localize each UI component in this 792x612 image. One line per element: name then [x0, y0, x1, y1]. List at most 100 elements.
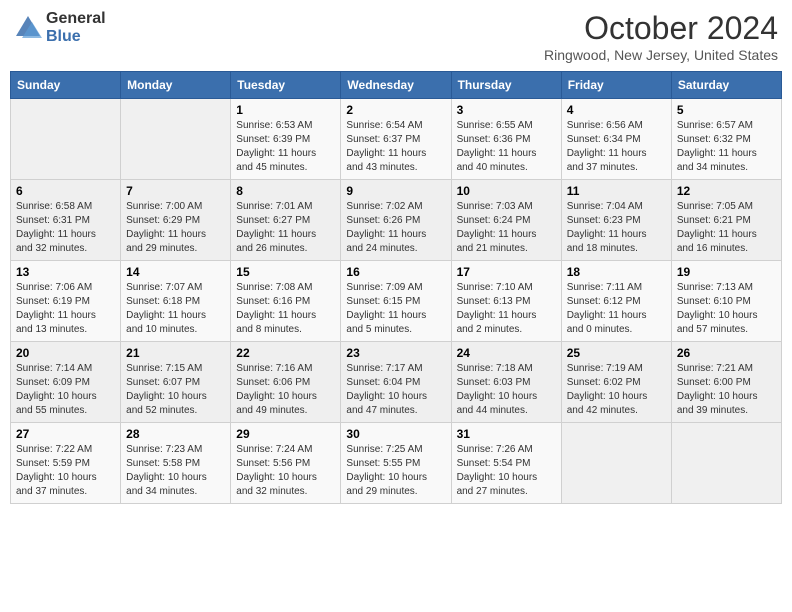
calendar-cell	[561, 423, 671, 504]
day-number: 20	[16, 346, 115, 360]
day-info: Sunrise: 7:16 AM Sunset: 6:06 PM Dayligh…	[236, 362, 335, 418]
day-info: Sunrise: 7:21 AM Sunset: 6:00 PM Dayligh…	[677, 362, 776, 418]
weekday-header-thursday: Thursday	[451, 72, 561, 99]
month-title: October 2024	[544, 10, 778, 47]
day-info: Sunrise: 7:06 AM Sunset: 6:19 PM Dayligh…	[16, 281, 115, 337]
calendar-cell: 13 Sunrise: 7:06 AM Sunset: 6:19 PM Dayli…	[11, 261, 121, 342]
logo: General Blue	[14, 10, 106, 45]
weekday-header-sunday: Sunday	[11, 72, 121, 99]
day-number: 18	[567, 265, 666, 279]
day-info: Sunrise: 6:57 AM Sunset: 6:32 PM Dayligh…	[677, 119, 776, 175]
calendar-cell: 8 Sunrise: 7:01 AM Sunset: 6:27 PM Daylig…	[231, 180, 341, 261]
weekday-header-monday: Monday	[121, 72, 231, 99]
calendar-cell: 28 Sunrise: 7:23 AM Sunset: 5:58 PM Dayli…	[121, 423, 231, 504]
calendar-cell: 17 Sunrise: 7:10 AM Sunset: 6:13 PM Dayli…	[451, 261, 561, 342]
day-info: Sunrise: 7:24 AM Sunset: 5:56 PM Dayligh…	[236, 443, 335, 499]
day-info: Sunrise: 7:22 AM Sunset: 5:59 PM Dayligh…	[16, 443, 115, 499]
day-info: Sunrise: 7:14 AM Sunset: 6:09 PM Dayligh…	[16, 362, 115, 418]
day-number: 26	[677, 346, 776, 360]
day-number: 17	[457, 265, 556, 279]
day-number: 27	[16, 427, 115, 441]
location-text: Ringwood, New Jersey, United States	[544, 47, 778, 63]
calendar-cell: 1Sunrise: 6:53 AM Sunset: 6:39 PM Daylig…	[231, 99, 341, 180]
calendar-cell: 3 Sunrise: 6:55 AM Sunset: 6:36 PM Daylig…	[451, 99, 561, 180]
day-info: Sunrise: 7:19 AM Sunset: 6:02 PM Dayligh…	[567, 362, 666, 418]
day-number: 3	[457, 103, 556, 117]
day-number: 22	[236, 346, 335, 360]
calendar-cell: 14 Sunrise: 7:07 AM Sunset: 6:18 PM Dayli…	[121, 261, 231, 342]
calendar-cell: 29Sunrise: 7:24 AM Sunset: 5:56 PM Dayli…	[231, 423, 341, 504]
day-number: 23	[346, 346, 445, 360]
day-info: Sunrise: 7:09 AM Sunset: 6:15 PM Dayligh…	[346, 281, 445, 337]
week-row-5: 27 Sunrise: 7:22 AM Sunset: 5:59 PM Dayli…	[11, 423, 782, 504]
calendar-cell: 15 Sunrise: 7:08 AM Sunset: 6:16 PM Dayli…	[231, 261, 341, 342]
calendar-cell: 11 Sunrise: 7:04 AM Sunset: 6:23 PM Dayli…	[561, 180, 671, 261]
day-number: 11	[567, 184, 666, 198]
day-info: Sunrise: 7:25 AM Sunset: 5:55 PM Dayligh…	[346, 443, 445, 499]
calendar-cell: 19Sunrise: 7:13 AM Sunset: 6:10 PM Dayli…	[671, 261, 781, 342]
day-info: Sunrise: 7:07 AM Sunset: 6:18 PM Dayligh…	[126, 281, 225, 337]
title-area: October 2024 Ringwood, New Jersey, Unite…	[544, 10, 778, 63]
day-number: 15	[236, 265, 335, 279]
day-number: 2	[346, 103, 445, 117]
calendar-cell: 4 Sunrise: 6:56 AM Sunset: 6:34 PM Daylig…	[561, 99, 671, 180]
day-info: Sunrise: 7:10 AM Sunset: 6:13 PM Dayligh…	[457, 281, 556, 337]
day-number: 16	[346, 265, 445, 279]
day-number: 6	[16, 184, 115, 198]
day-number: 8	[236, 184, 335, 198]
calendar-body: 1Sunrise: 6:53 AM Sunset: 6:39 PM Daylig…	[11, 99, 782, 504]
calendar-cell: 6 Sunrise: 6:58 AM Sunset: 6:31 PM Daylig…	[11, 180, 121, 261]
calendar-cell: 7Sunrise: 7:00 AM Sunset: 6:29 PM Daylig…	[121, 180, 231, 261]
logo-blue-text: Blue	[46, 28, 106, 46]
day-info: Sunrise: 7:11 AM Sunset: 6:12 PM Dayligh…	[567, 281, 666, 337]
day-info: Sunrise: 6:56 AM Sunset: 6:34 PM Dayligh…	[567, 119, 666, 175]
day-info: Sunrise: 6:58 AM Sunset: 6:31 PM Dayligh…	[16, 200, 115, 256]
week-row-3: 13 Sunrise: 7:06 AM Sunset: 6:19 PM Dayli…	[11, 261, 782, 342]
calendar-header: SundayMondayTuesdayWednesdayThursdayFrid…	[11, 72, 782, 99]
day-info: Sunrise: 7:23 AM Sunset: 5:58 PM Dayligh…	[126, 443, 225, 499]
day-number: 19	[677, 265, 776, 279]
day-info: Sunrise: 7:03 AM Sunset: 6:24 PM Dayligh…	[457, 200, 556, 256]
calendar-cell: 30Sunrise: 7:25 AM Sunset: 5:55 PM Dayli…	[341, 423, 451, 504]
calendar-cell: 18 Sunrise: 7:11 AM Sunset: 6:12 PM Dayli…	[561, 261, 671, 342]
day-info: Sunrise: 6:55 AM Sunset: 6:36 PM Dayligh…	[457, 119, 556, 175]
day-number: 13	[16, 265, 115, 279]
day-info: Sunrise: 7:08 AM Sunset: 6:16 PM Dayligh…	[236, 281, 335, 337]
calendar-cell: 25Sunrise: 7:19 AM Sunset: 6:02 PM Dayli…	[561, 342, 671, 423]
day-info: Sunrise: 7:05 AM Sunset: 6:21 PM Dayligh…	[677, 200, 776, 256]
calendar-cell: 27 Sunrise: 7:22 AM Sunset: 5:59 PM Dayli…	[11, 423, 121, 504]
logo-general-text: General	[46, 10, 106, 28]
day-info: Sunrise: 7:04 AM Sunset: 6:23 PM Dayligh…	[567, 200, 666, 256]
day-info: Sunrise: 7:26 AM Sunset: 5:54 PM Dayligh…	[457, 443, 556, 499]
day-number: 14	[126, 265, 225, 279]
day-number: 12	[677, 184, 776, 198]
day-number: 5	[677, 103, 776, 117]
calendar-table: SundayMondayTuesdayWednesdayThursdayFrid…	[10, 71, 782, 504]
day-info: Sunrise: 6:53 AM Sunset: 6:39 PM Dayligh…	[236, 119, 335, 175]
calendar-cell: 12 Sunrise: 7:05 AM Sunset: 6:21 PM Dayli…	[671, 180, 781, 261]
day-info: Sunrise: 7:02 AM Sunset: 6:26 PM Dayligh…	[346, 200, 445, 256]
calendar-cell: 26 Sunrise: 7:21 AM Sunset: 6:00 PM Dayli…	[671, 342, 781, 423]
calendar-cell: 21Sunrise: 7:15 AM Sunset: 6:07 PM Dayli…	[121, 342, 231, 423]
calendar-cell: 16 Sunrise: 7:09 AM Sunset: 6:15 PM Dayli…	[341, 261, 451, 342]
week-row-1: 1Sunrise: 6:53 AM Sunset: 6:39 PM Daylig…	[11, 99, 782, 180]
day-info: Sunrise: 7:18 AM Sunset: 6:03 PM Dayligh…	[457, 362, 556, 418]
calendar-cell: 23Sunrise: 7:17 AM Sunset: 6:04 PM Dayli…	[341, 342, 451, 423]
day-info: Sunrise: 7:01 AM Sunset: 6:27 PM Dayligh…	[236, 200, 335, 256]
calendar-cell	[121, 99, 231, 180]
calendar-cell	[11, 99, 121, 180]
weekday-header-tuesday: Tuesday	[231, 72, 341, 99]
day-number: 31	[457, 427, 556, 441]
day-number: 28	[126, 427, 225, 441]
day-info: Sunrise: 7:15 AM Sunset: 6:07 PM Dayligh…	[126, 362, 225, 418]
day-info: Sunrise: 6:54 AM Sunset: 6:37 PM Dayligh…	[346, 119, 445, 175]
calendar-cell: 9Sunrise: 7:02 AM Sunset: 6:26 PM Daylig…	[341, 180, 451, 261]
calendar-cell: 2 Sunrise: 6:54 AM Sunset: 6:37 PM Daylig…	[341, 99, 451, 180]
calendar-cell: 20 Sunrise: 7:14 AM Sunset: 6:09 PM Dayli…	[11, 342, 121, 423]
weekday-header-friday: Friday	[561, 72, 671, 99]
calendar-cell: 31 Sunrise: 7:26 AM Sunset: 5:54 PM Dayli…	[451, 423, 561, 504]
calendar-cell	[671, 423, 781, 504]
logo-icon	[14, 14, 42, 42]
day-number: 4	[567, 103, 666, 117]
week-row-4: 20 Sunrise: 7:14 AM Sunset: 6:09 PM Dayli…	[11, 342, 782, 423]
